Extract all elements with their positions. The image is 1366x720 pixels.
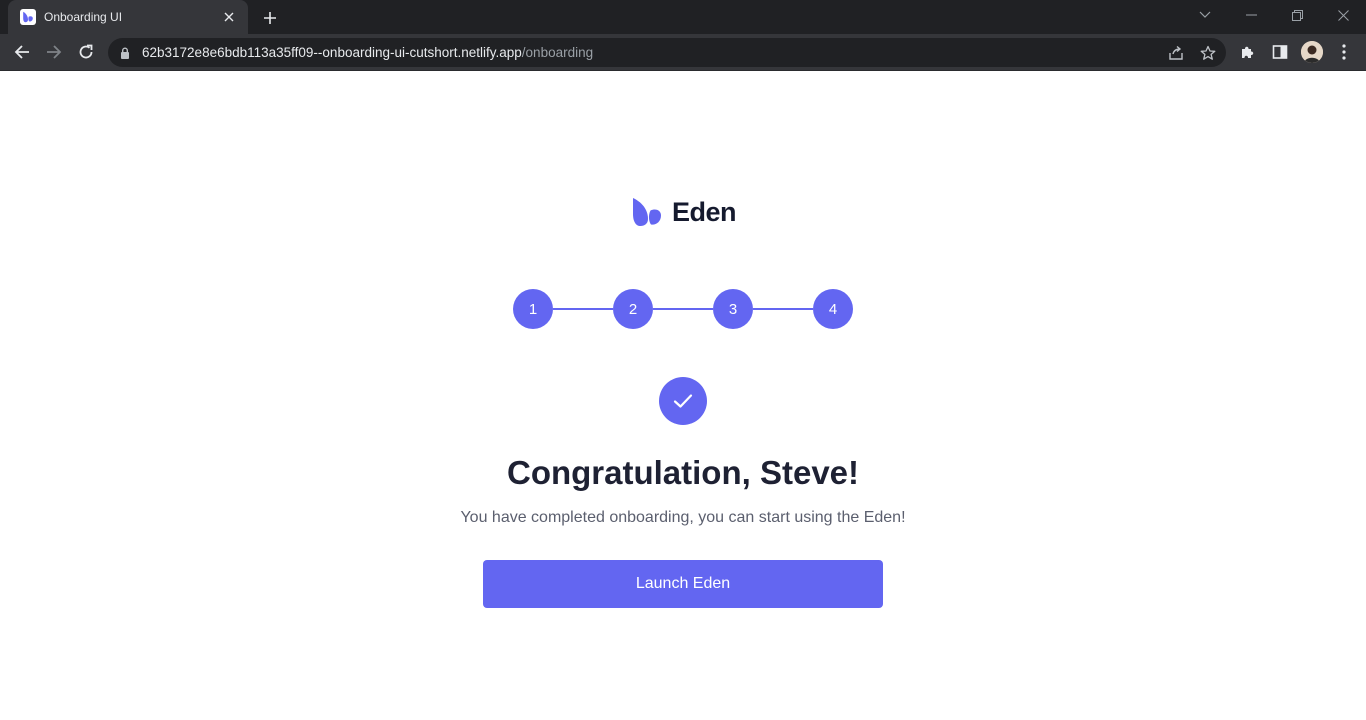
minimize-icon[interactable]: [1228, 0, 1274, 30]
eden-logo: Eden: [632, 196, 737, 228]
arrow-left-icon[interactable]: [7, 37, 37, 67]
restore-icon[interactable]: [1274, 0, 1320, 30]
puzzle-icon[interactable]: [1238, 42, 1258, 62]
onboarding-page: Eden 1 2 3 4 Congratulation, Steve! You …: [0, 71, 1366, 720]
completion-message: You have completed onboarding, you can s…: [460, 509, 906, 526]
onboarding-stepper: 1 2 3 4: [513, 289, 853, 329]
arrow-right-icon[interactable]: [39, 37, 69, 67]
step-2[interactable]: 2: [613, 289, 653, 329]
url-host: 62b3172e8e6bdb113a35ff09--onboarding-ui-…: [142, 45, 522, 60]
logo-text: Eden: [672, 196, 737, 227]
star-icon[interactable]: [1199, 44, 1217, 62]
close-icon[interactable]: [220, 8, 238, 26]
window-close-icon[interactable]: [1320, 0, 1366, 30]
step-1[interactable]: 1: [513, 289, 553, 329]
step-connector: [553, 308, 613, 310]
step-3[interactable]: 3: [713, 289, 753, 329]
eden-logo-icon: [633, 198, 661, 226]
step-connector: [653, 308, 713, 310]
chevron-down-icon[interactable]: [1182, 0, 1228, 30]
eden-logo-icon: [20, 9, 36, 25]
checkmark-icon: [673, 394, 693, 408]
congratulation-heading: Congratulation, Steve!: [506, 454, 860, 491]
side-panel-icon[interactable]: [1270, 42, 1290, 62]
reload-icon[interactable]: [71, 37, 101, 67]
step-connector: [753, 308, 813, 310]
address-bar[interactable]: 62b3172e8e6bdb113a35ff09--onboarding-ui-…: [108, 38, 1226, 67]
tab-title: Onboarding UI: [44, 10, 123, 24]
plus-icon[interactable]: [258, 6, 282, 30]
share-icon[interactable]: [1167, 44, 1185, 62]
step-4[interactable]: 4: [813, 289, 853, 329]
url-path: /onboarding: [521, 45, 594, 60]
browser-tab-bar: Onboarding UI: [0, 0, 1366, 34]
browser-toolbar: 62b3172e8e6bdb113a35ff09--onboarding-ui-…: [0, 34, 1366, 71]
launch-eden-button[interactable]: Launch Eden: [483, 560, 883, 608]
lock-icon[interactable]: [118, 46, 132, 60]
browser-tab[interactable]: Onboarding UI: [8, 0, 248, 34]
avatar[interactable]: [1301, 41, 1323, 63]
kebab-menu-icon[interactable]: [1334, 42, 1354, 62]
success-check: [659, 377, 707, 425]
